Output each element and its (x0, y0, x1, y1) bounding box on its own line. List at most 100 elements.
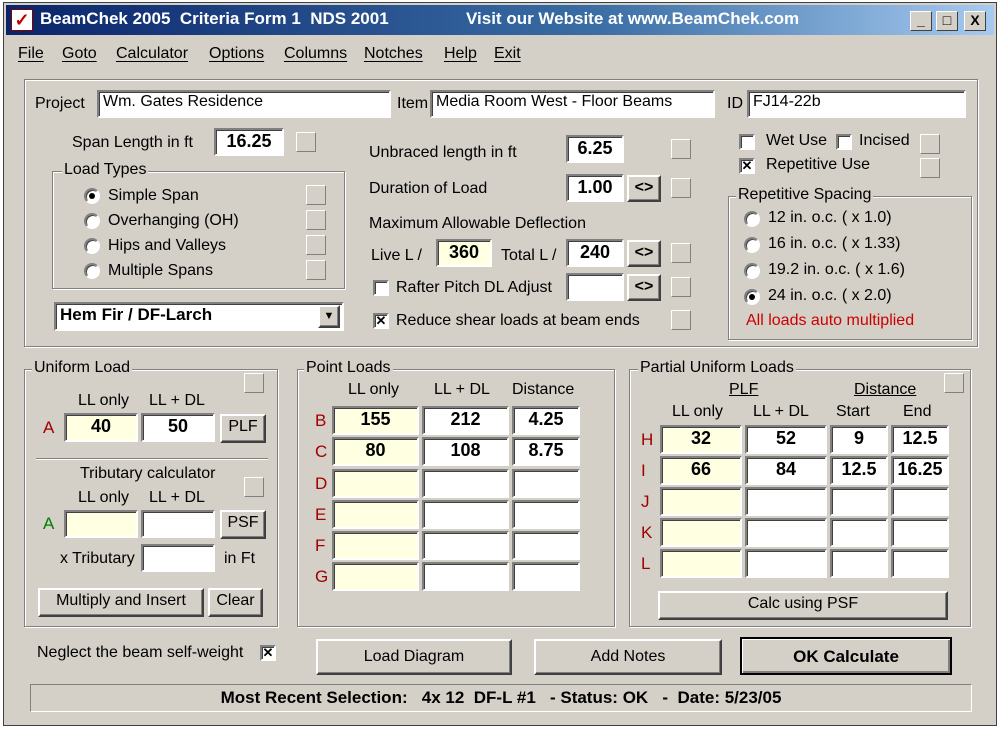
partial-load-ll-field[interactable]: 66 (660, 456, 742, 485)
rafter-pitch-checkbox[interactable] (373, 280, 389, 296)
reduce-shear-checkbox[interactable]: ✕ (373, 313, 389, 329)
multiply-insert-button[interactable]: Multiply and Insert (38, 588, 204, 617)
partial-load-start-field[interactable] (830, 549, 888, 578)
load-type-simple-span[interactable]: Simple Span (108, 187, 199, 205)
close-button[interactable]: X (964, 11, 986, 31)
point-load-lldl-field[interactable] (422, 562, 509, 591)
partial-load-lldl-field[interactable] (745, 549, 827, 578)
load-diagram-button[interactable]: Load Diagram (316, 639, 512, 675)
live-deflection-field[interactable]: 360 (436, 239, 492, 267)
point-load-lldl-field[interactable]: 212 (422, 406, 509, 435)
rafter-pitch-field[interactable] (566, 273, 624, 301)
duration-select-button[interactable]: <> (627, 175, 661, 202)
wet-use-checkbox[interactable] (739, 134, 755, 150)
radio-spacing-12[interactable] (744, 211, 760, 227)
unbraced-help[interactable] (671, 139, 691, 159)
clear-button[interactable]: Clear (208, 588, 263, 617)
reduce-shear-help[interactable] (671, 310, 691, 330)
trib-lldl-field[interactable] (141, 510, 215, 538)
spacing-24-label[interactable]: 24 in. o.c. ( x 2.0) (768, 287, 892, 305)
duration-field[interactable]: 1.00 (566, 174, 624, 202)
span-length-field[interactable]: 16.25 (214, 128, 284, 156)
hips-valleys-help[interactable] (306, 235, 326, 255)
deflection-help[interactable] (671, 243, 691, 263)
wet-use-help[interactable] (920, 134, 940, 154)
partial-load-ll-field[interactable] (660, 518, 742, 547)
spacing-16-label[interactable]: 16 in. o.c. ( x 1.33) (768, 235, 901, 253)
partial-load-lldl-field[interactable]: 52 (745, 425, 827, 454)
point-load-lldl-field[interactable] (422, 500, 509, 529)
spacing-19-2-label[interactable]: 19.2 in. o.c. ( x 1.6) (768, 261, 905, 279)
x-tributary-field[interactable] (141, 544, 215, 572)
partial-load-ll-field[interactable] (660, 549, 742, 578)
menu-exit[interactable]: Exit (494, 45, 521, 63)
uniform-load-help[interactable] (244, 373, 264, 393)
id-field[interactable]: FJ14-22b (747, 90, 966, 118)
radio-overhanging[interactable] (84, 213, 100, 229)
chevron-down-icon[interactable]: ▼ (318, 305, 340, 328)
menu-columns[interactable]: Columns (284, 45, 347, 63)
maximize-button[interactable]: □ (936, 11, 958, 31)
menu-options[interactable]: Options (209, 45, 264, 63)
point-load-ll-field[interactable] (332, 469, 419, 498)
calc-psf-button[interactable]: Calc using PSF (658, 591, 948, 620)
multiple-spans-help[interactable] (306, 260, 326, 280)
partial-loads-help[interactable] (944, 373, 964, 393)
load-type-multiple-spans[interactable]: Multiple Spans (108, 262, 213, 280)
incised-checkbox[interactable] (836, 134, 852, 150)
overhanging-help[interactable] (306, 210, 326, 230)
point-load-ll-field[interactable] (332, 531, 419, 560)
point-load-lldl-field[interactable] (422, 469, 509, 498)
load-type-overhanging[interactable]: Overhanging (OH) (108, 212, 239, 230)
spacing-12-label[interactable]: 12 in. o.c. ( x 1.0) (768, 209, 892, 227)
self-weight-checkbox[interactable]: ✕ (260, 645, 276, 661)
menu-notches[interactable]: Notches (364, 45, 423, 63)
point-load-ll-field[interactable]: 80 (332, 437, 419, 466)
menu-goto[interactable]: Goto (62, 45, 97, 63)
add-notes-button[interactable]: Add Notes (534, 639, 722, 675)
partial-load-lldl-field[interactable]: 84 (745, 456, 827, 485)
partial-load-ll-field[interactable]: 32 (660, 425, 742, 454)
rafter-help[interactable] (671, 277, 691, 297)
ok-calculate-button[interactable]: OK Calculate (740, 637, 952, 675)
partial-load-lldl-field[interactable] (745, 487, 827, 516)
repetitive-use-checkbox[interactable]: ✕ (739, 158, 755, 174)
point-load-dist-field[interactable] (512, 531, 580, 560)
minimize-button[interactable]: _ (910, 11, 932, 31)
span-help-button[interactable] (296, 132, 316, 152)
rafter-select-button[interactable]: <> (627, 274, 661, 301)
partial-load-start-field[interactable]: 12.5 (830, 456, 888, 485)
point-load-lldl-field[interactable]: 108 (422, 437, 509, 466)
load-type-hips-valleys[interactable]: Hips and Valleys (108, 237, 226, 255)
partial-load-end-field[interactable] (891, 549, 949, 578)
simple-span-help[interactable] (306, 185, 326, 205)
partial-load-start-field[interactable]: 9 (830, 425, 888, 454)
species-dropdown[interactable]: Hem Fir / DF-Larch (54, 302, 344, 331)
deflection-select-button[interactable]: <> (627, 240, 661, 267)
point-load-dist-field[interactable] (512, 562, 580, 591)
radio-hips-valleys[interactable] (84, 238, 100, 254)
partial-load-ll-field[interactable] (660, 487, 742, 516)
psf-button[interactable]: PSF (220, 510, 266, 539)
duration-help[interactable] (671, 178, 691, 198)
point-load-dist-field[interactable] (512, 469, 580, 498)
project-field[interactable]: Wm. Gates Residence (97, 90, 391, 118)
total-deflection-field[interactable]: 240 (566, 239, 624, 267)
menu-file[interactable]: File (18, 45, 44, 63)
item-field[interactable]: Media Room West - Floor Beams (430, 90, 715, 118)
point-load-ll-field[interactable]: 155 (332, 406, 419, 435)
repetitive-use-help[interactable] (920, 158, 940, 178)
partial-load-start-field[interactable] (830, 487, 888, 516)
plf-button[interactable]: PLF (220, 414, 266, 443)
radio-spacing-19-2[interactable] (744, 263, 760, 279)
title-bar[interactable]: ✓ BeamChek 2005 Criteria Form 1 NDS 2001… (6, 5, 994, 35)
radio-spacing-16[interactable] (744, 237, 760, 253)
unbraced-field[interactable]: 6.25 (566, 135, 624, 163)
partial-load-lldl-field[interactable] (745, 518, 827, 547)
radio-simple-span[interactable] (84, 188, 100, 204)
radio-multiple-spans[interactable] (84, 263, 100, 279)
partial-load-start-field[interactable] (830, 518, 888, 547)
point-load-ll-field[interactable] (332, 500, 419, 529)
partial-load-end-field[interactable]: 12.5 (891, 425, 949, 454)
point-load-ll-field[interactable] (332, 562, 419, 591)
